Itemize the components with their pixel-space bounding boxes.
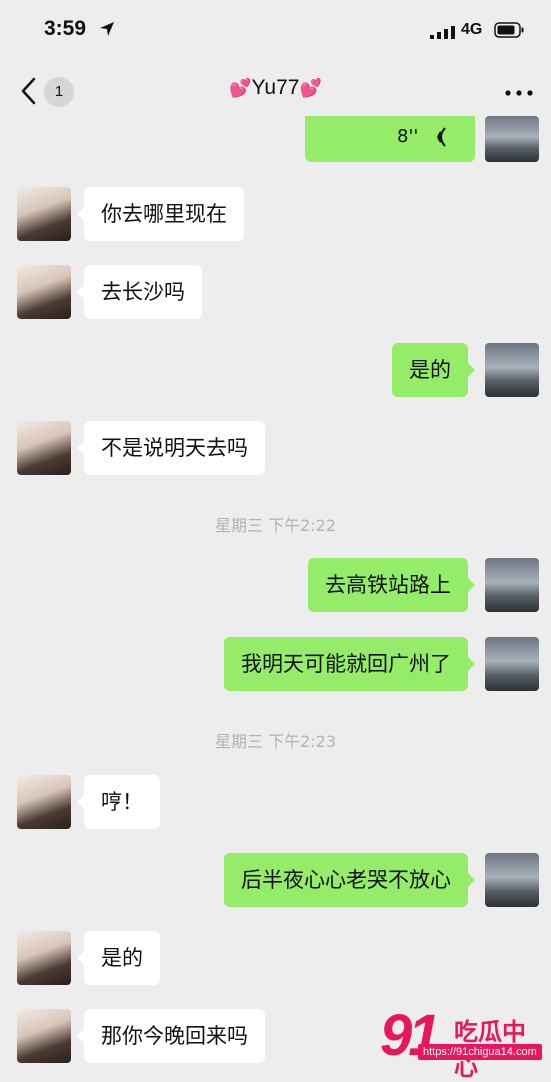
battery-icon [494, 22, 524, 38]
status-time: 3:59 [44, 17, 87, 40]
incoming-message[interactable]: 那你今晚回来吗 [77, 1009, 265, 1063]
status-bar: 3:59 4G [0, 0, 551, 62]
my-avatar[interactable] [485, 116, 539, 162]
voice-duration: 8'' [397, 126, 419, 147]
message-timestamp: 星期三 下午2:23 [214, 732, 337, 751]
contact-avatar[interactable] [17, 265, 71, 319]
my-avatar[interactable] [485, 637, 539, 691]
heart-icon: 💕 [229, 78, 252, 98]
chat-title-text: Yu77 [251, 76, 300, 99]
voice-wave-icon [437, 127, 446, 147]
incoming-message[interactable]: 哼！ [77, 775, 160, 829]
contact-avatar[interactable] [17, 187, 71, 241]
my-avatar[interactable] [485, 558, 539, 612]
outgoing-message[interactable]: 我明天可能就回广州了 [224, 637, 475, 691]
chat-title[interactable]: 💕Yu77💕 [0, 76, 551, 100]
incoming-message[interactable]: 去长沙吗 [77, 265, 202, 319]
my-avatar[interactable] [485, 343, 539, 397]
incoming-message[interactable]: 不是说明天去吗 [77, 421, 265, 475]
chat-header: 1 💕Yu77💕 [0, 62, 551, 120]
location-arrow-icon [100, 22, 114, 36]
incoming-message[interactable]: 你去哪里现在 [77, 187, 244, 241]
watermark-url: https://91chigua14.com [418, 1044, 542, 1060]
site-watermark: 91 吃瓜中心 https://91chigua14.com [380, 1002, 545, 1081]
contact-avatar[interactable] [17, 1009, 71, 1063]
contact-avatar[interactable] [17, 775, 71, 829]
outgoing-message[interactable]: 是的 [392, 343, 475, 397]
contact-avatar[interactable] [17, 421, 71, 475]
heart-icon: 💕 [299, 78, 322, 98]
message-timestamp: 星期三 下午2:22 [214, 516, 337, 535]
outgoing-message[interactable]: 去高铁站路上 [308, 558, 475, 612]
signal-bars-icon [430, 26, 455, 39]
contact-avatar[interactable] [17, 931, 71, 985]
outgoing-message[interactable]: 后半夜心心老哭不放心 [224, 853, 475, 907]
my-avatar[interactable] [485, 853, 539, 907]
network-type: 4G [461, 21, 483, 38]
more-options-icon[interactable] [505, 90, 533, 96]
voice-message-bubble[interactable]: 8'' [305, 116, 475, 162]
incoming-message[interactable]: 是的 [77, 931, 160, 985]
